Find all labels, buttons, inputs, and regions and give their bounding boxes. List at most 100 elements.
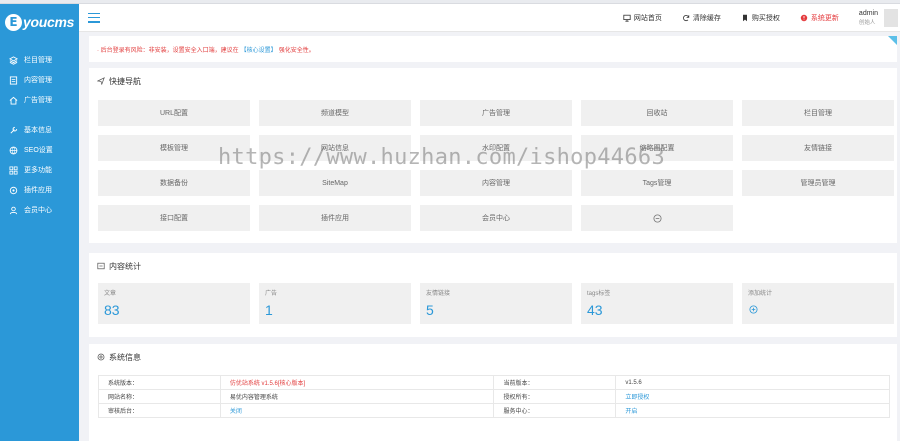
sidebar-item-basic-info[interactable]: 基本信息 — [0, 120, 79, 140]
avatar[interactable] — [884, 8, 898, 27]
chart-box-icon — [97, 262, 105, 270]
table-row: 审核后台： 关闭 服务中心： 开启 — [98, 403, 890, 418]
quick-content-manage[interactable]: 内容管理 — [420, 170, 572, 196]
quick-watermark-config[interactable]: 水印配置 — [420, 135, 572, 161]
site-home-link[interactable]: 网站首页 — [623, 13, 662, 23]
quick-tags-manage[interactable]: Tags管理 — [581, 170, 733, 196]
top-link-label: 清除缓存 — [692, 14, 721, 22]
top-link-label: 网站首页 — [633, 14, 662, 22]
sidebar-item-label: SEO设置 — [24, 147, 53, 154]
info-key: 当前版本： — [493, 375, 617, 390]
settings-icon — [97, 353, 105, 361]
panel-title: 快捷导航 — [89, 68, 897, 94]
clear-cache-link[interactable]: 清除缓存 — [682, 13, 721, 23]
quick-plugin-apps[interactable]: 插件应用 — [259, 205, 411, 231]
quick-ad-manage[interactable]: 广告管理 — [420, 100, 572, 126]
quick-url-config[interactable]: URL配置 — [98, 100, 250, 126]
quick-member-center[interactable]: 会员中心 — [420, 205, 572, 231]
panel-title: 系统信息 — [89, 344, 897, 370]
sidebar: E youcms 栏目管理 内容管理 广告管理 基本信息 SEO设置 更多功能 — [0, 4, 79, 441]
info-value[interactable]: 关闭 — [219, 403, 495, 418]
sidebar-item-members[interactable]: 会员中心 — [0, 200, 79, 220]
alert-icon — [800, 14, 808, 21]
stat-label: 友情链接 — [426, 291, 451, 297]
sidebar-item-label: 广告管理 — [24, 97, 52, 104]
quick-channel-model[interactable]: 频道模型 — [259, 100, 411, 126]
info-key: 系统版本： — [98, 375, 221, 390]
quick-site-info[interactable]: 网站信息 — [259, 135, 411, 161]
core-settings-link[interactable]: 【核心设置】 — [241, 45, 277, 54]
info-value: v1.5.6 — [615, 375, 890, 390]
sidebar-item-ads[interactable]: 广告管理 — [0, 90, 79, 110]
info-value: 仿优站系统 v1.5.6[核心版本] — [219, 375, 495, 390]
document-icon — [9, 75, 18, 85]
panel-title: 内容统计 — [89, 253, 897, 279]
user-icon — [9, 206, 18, 215]
quick-nav-panel: 快捷导航 URL配置 频道模型 广告管理 回收站 栏目管理 模板管理 网站信息 … — [89, 68, 897, 243]
table-row: 系统版本： 仿优站系统 v1.5.6[核心版本] 当前版本： v1.5.6 — [98, 375, 890, 390]
stat-card-ads[interactable]: 广告 1 — [259, 283, 411, 324]
stat-value: 43 — [587, 302, 603, 318]
quick-template-manage[interactable]: 模板管理 — [98, 135, 250, 161]
quick-thumbnail-config[interactable]: 缩略图配置 — [581, 135, 733, 161]
apps-icon — [9, 165, 18, 175]
authorize-link[interactable]: 立即授权 — [615, 389, 890, 404]
user-name: admin — [858, 9, 878, 17]
table-row: 网站名称： 易优内容管理系统 授权所有： 立即授权 — [98, 389, 890, 404]
quick-sitemap[interactable]: SiteMap — [259, 170, 411, 196]
top-link-label: 购买授权 — [751, 14, 780, 22]
stat-card-links[interactable]: 友情链接 5 — [420, 283, 572, 324]
info-value: 易优内容管理系统 — [219, 389, 495, 404]
quick-add-button[interactable] — [581, 205, 733, 231]
top-actions: 网站首页 清除缓存 购买授权 系统更新 admin 创始人 — [623, 4, 900, 31]
plug-icon — [9, 186, 18, 195]
info-key: 授权所有： — [493, 389, 617, 404]
sidebar-item-label: 栏目管理 — [24, 57, 52, 64]
top-link-label: 系统更新 — [810, 14, 839, 22]
sidebar-item-more[interactable]: 更多功能 — [0, 160, 79, 180]
stat-card-articles[interactable]: 文章 83 — [98, 283, 250, 324]
quick-api-config[interactable]: 接口配置 — [98, 205, 250, 231]
info-value[interactable]: 开启 — [615, 403, 890, 418]
main-content: · 后台登录有风险：非安装，设置安全入口端，建议在 【核心设置】 强化安全性。 … — [79, 32, 900, 441]
quick-data-backup[interactable]: 数据备份 — [98, 170, 250, 196]
stats-grid: 文章 83 广告 1 友情链接 5 tags标签 43 添加统计 — [98, 283, 894, 324]
sidebar-item-content[interactable]: 内容管理 — [0, 70, 79, 90]
topbar: 网站首页 清除缓存 购买授权 系统更新 admin 创始人 — [79, 4, 900, 32]
quick-recycle-bin[interactable]: 回收站 — [581, 100, 733, 126]
sidebar-item-label: 基本信息 — [24, 127, 52, 134]
sidebar-item-columns[interactable]: 栏目管理 — [0, 50, 79, 70]
system-info-table: 系统版本： 仿优站系统 v1.5.6[核心版本] 当前版本： v1.5.6 网站… — [98, 375, 890, 418]
send-icon — [97, 77, 105, 85]
sidebar-item-label: 内容管理 — [24, 77, 52, 84]
stat-card-add[interactable]: 添加统计 — [742, 283, 894, 324]
add-circle-icon — [652, 213, 662, 223]
bookmark-icon — [742, 14, 747, 21]
system-update-link[interactable]: 系统更新 — [800, 13, 839, 23]
globe-icon — [9, 146, 18, 155]
buy-license-link[interactable]: 购买授权 — [741, 13, 780, 23]
sidebar-item-plugins[interactable]: 插件应用 — [0, 180, 79, 200]
sidebar-nav: 栏目管理 内容管理 广告管理 基本信息 SEO设置 更多功能 插件应用 会员中心 — [0, 50, 79, 220]
sidebar-item-label: 会员中心 — [24, 207, 52, 214]
user-menu[interactable]: admin 创始人 — [859, 10, 878, 26]
logo-text: youcms — [23, 14, 75, 30]
stat-value: 83 — [104, 302, 120, 318]
stat-label: 文章 — [104, 291, 117, 297]
stat-value: 5 — [426, 302, 434, 318]
wrench-icon — [9, 126, 18, 135]
info-key: 网站名称： — [98, 389, 221, 404]
logo[interactable]: E youcms — [0, 4, 79, 40]
notice-text-after: 强化安全性。 — [278, 47, 315, 54]
stat-card-tags[interactable]: tags标签 43 — [581, 283, 733, 324]
menu-toggle-icon[interactable] — [88, 12, 100, 23]
notice-text: · 后台登录有风险：非安装，设置安全入口端，建议在 — [97, 47, 239, 54]
sidebar-item-seo[interactable]: SEO设置 — [0, 140, 79, 160]
quick-friend-links[interactable]: 友情链接 — [742, 135, 894, 161]
quick-column-manage[interactable]: 栏目管理 — [742, 100, 894, 126]
home-icon — [9, 96, 18, 105]
info-key: 服务中心： — [493, 403, 617, 418]
system-info-panel: 系统信息 系统版本： 仿优站系统 v1.5.6[核心版本] 当前版本： v1.5… — [89, 344, 897, 441]
quick-admin-manage[interactable]: 管理员管理 — [742, 170, 894, 196]
user-role: 创始人 — [858, 19, 876, 26]
